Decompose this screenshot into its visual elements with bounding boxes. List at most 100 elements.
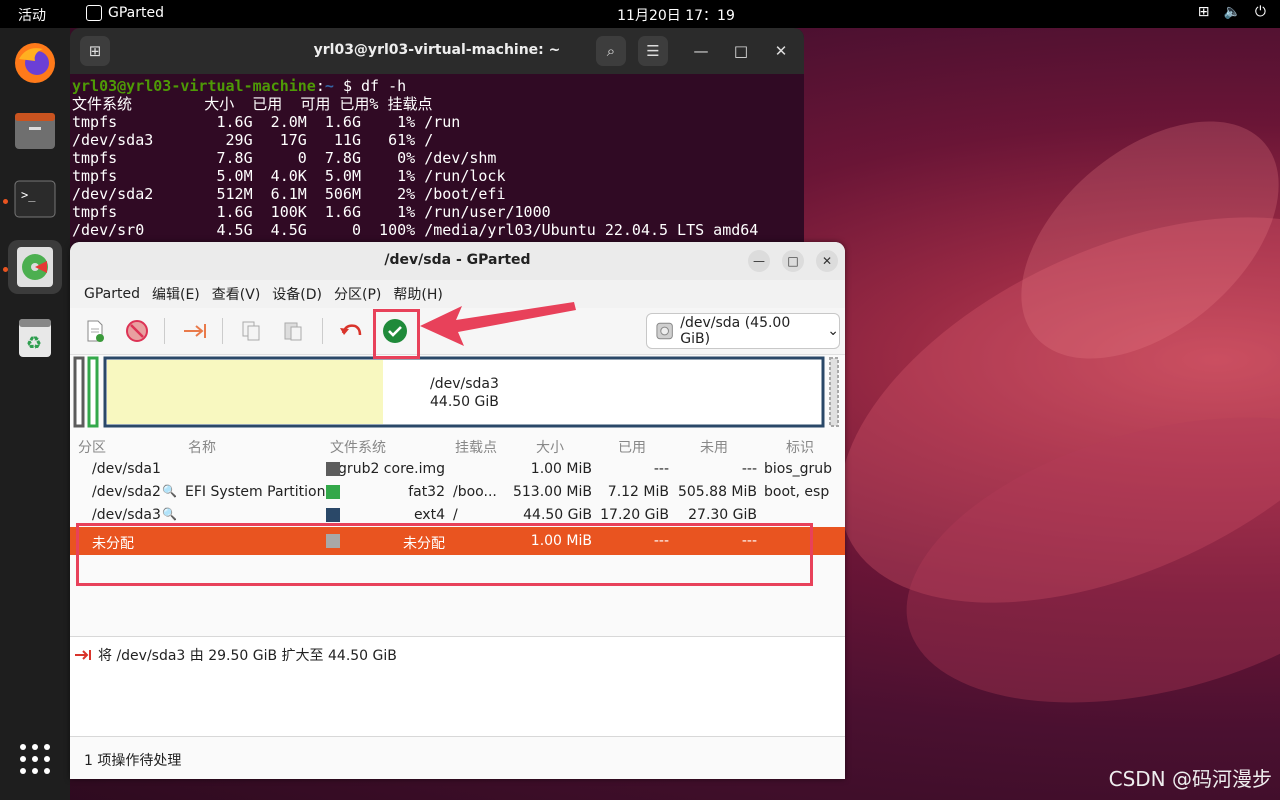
terminal-close-button[interactable]: ✕ (766, 36, 796, 66)
copy-icon (242, 321, 260, 341)
hamburger-icon: ☰ (646, 42, 660, 60)
power-icon[interactable]: ⏻ (1255, 4, 1266, 20)
map-partition-size: 44.50 GiB (430, 394, 499, 410)
terminal-minimize-button[interactable]: — (686, 36, 716, 66)
map-sda3-used-fill (107, 360, 383, 424)
gparted-launcher[interactable] (8, 240, 62, 294)
delete-partition-button[interactable] (122, 316, 152, 346)
terminal-line: /dev/sr0 4.5G 4.5G 0 100% /media/yrl03/U… (72, 221, 759, 239)
menu-view[interactable]: 查看(V) (206, 284, 267, 304)
terminal-line: tmpfs 1.6G 2.0M 1.6G 1% /run (72, 113, 461, 131)
minimize-icon: — (753, 254, 765, 268)
cell-flags: bios_grub (764, 461, 833, 477)
prompt-command: $ df -h (342, 77, 407, 95)
cell-filesystem: fat32 (408, 484, 445, 500)
operation-item[interactable]: 将 /dev/sda3 由 29.50 GiB 扩大至 44.50 GiB (74, 645, 397, 665)
paste-button[interactable] (278, 316, 308, 346)
table-row[interactable]: /dev/sda2 EFI System Partition fat32/boo..… (70, 481, 845, 504)
terminal-maximize-button[interactable]: □ (726, 36, 756, 66)
col-name[interactable]: 名称 (188, 437, 216, 457)
col-unused[interactable]: 未用 (700, 437, 728, 457)
terminal-line: tmpfs 7.8G 0 7.8G 0% /dev/shm (72, 149, 497, 167)
chevron-down-icon: ⌄ (827, 323, 839, 339)
col-size[interactable]: 大小 (536, 437, 564, 457)
cell-partition: /dev/sda1 (92, 461, 161, 477)
device-selector-label: /dev/sda (45.00 GiB) (680, 315, 791, 347)
table-row[interactable]: /dev/sda1 grub2 core.img 1.00 MiB --- --- bio… (70, 458, 845, 481)
col-filesystem[interactable]: 文件系统 (330, 437, 386, 457)
dock: >_ ♻ (0, 28, 70, 800)
map-unallocated-bar[interactable] (829, 357, 839, 427)
resize-move-button[interactable] (180, 316, 210, 346)
terminal-line: 文件系统 大小 已用 可用 已用% 挂载点 (72, 95, 433, 113)
menu-gparted[interactable]: GParted (78, 286, 146, 302)
map-partition-name: /dev/sda3 (430, 376, 499, 392)
close-icon: ✕ (774, 42, 788, 60)
running-indicator (3, 199, 8, 204)
menu-edit[interactable]: 编辑(E) (146, 284, 206, 304)
operation-text: 将 /dev/sda3 由 29.50 GiB 扩大至 44.50 GiB (98, 648, 397, 664)
col-mountpoint[interactable]: 挂载点 (455, 437, 497, 457)
clock[interactable]: 11月20日 17：19 (0, 5, 1280, 25)
key-icon: 🔍 (162, 484, 177, 498)
cell-size: 44.50 GiB (523, 507, 592, 523)
close-button[interactable]: ✕ (816, 250, 838, 272)
show-apps-button[interactable] (8, 732, 62, 786)
map-sda2-bar[interactable] (87, 356, 99, 428)
paste-icon (284, 322, 302, 341)
menu-device[interactable]: 设备(D) (266, 284, 328, 304)
maximize-button[interactable]: □ (782, 250, 804, 272)
terminal-line: tmpfs 5.0M 4.0K 5.0M 1% /run/lock (72, 167, 506, 185)
maximize-icon: □ (787, 254, 799, 268)
cell-unused: 27.30 GiB (688, 507, 757, 523)
partition-table-header: 分区 名称 文件系统 挂载点 大小 已用 未用 标识 (70, 434, 845, 458)
cell-size: 513.00 MiB (512, 484, 592, 500)
cell-filesystem: ext4 (413, 507, 445, 523)
trash-launcher[interactable]: ♻ (8, 310, 62, 364)
cell-name: EFI System Partition (185, 484, 326, 500)
new-document-icon (87, 320, 104, 342)
copy-button[interactable] (236, 316, 266, 346)
col-flags[interactable]: 标识 (786, 437, 814, 457)
col-partition[interactable]: 分区 (78, 437, 106, 457)
watermark: CSDN @码河漫步 (1108, 767, 1272, 791)
map-sda1-bar[interactable] (73, 356, 85, 428)
resize-icon (75, 650, 91, 660)
terminal-line: /dev/sda3 29G 17G 11G 61% / (72, 131, 434, 149)
cell-partition: /dev/sda3 (92, 507, 161, 523)
hard-disk-icon (656, 322, 673, 340)
terminal-menu-button[interactable]: ☰ (638, 36, 668, 66)
system-tray[interactable]: ⊞ 🔈 ⏻ (1198, 4, 1266, 20)
files-launcher[interactable] (8, 104, 62, 158)
key-icon: 🔍 (162, 507, 177, 521)
cell-filesystem: grub2 core.img (338, 461, 445, 477)
menu-partition[interactable]: 分区(P) (328, 284, 387, 304)
running-indicator (3, 267, 8, 272)
toolbar-separator (322, 318, 323, 344)
firefox-launcher[interactable] (8, 36, 62, 90)
firefox-icon (15, 43, 55, 83)
terminal-search-button[interactable]: ⌕ (596, 36, 626, 66)
undo-button[interactable] (336, 316, 366, 346)
cell-unused: 505.88 MiB (677, 484, 757, 500)
annotation-box-apply (373, 309, 420, 359)
maximize-icon: □ (733, 42, 749, 60)
cell-used: 17.20 GiB (600, 507, 669, 523)
annotation-box-unallocated (76, 523, 813, 586)
svg-text:♻: ♻ (26, 333, 42, 354)
device-selector[interactable]: /dev/sda (45.00 GiB) ⌄ (646, 313, 840, 349)
disk-map[interactable]: /dev/sda3 44.50 GiB (70, 354, 845, 430)
minimize-button[interactable]: — (748, 250, 770, 272)
new-partition-button[interactable] (80, 316, 110, 346)
col-used[interactable]: 已用 (618, 437, 646, 457)
minimize-icon: — (693, 42, 709, 60)
volume-icon[interactable]: 🔈 (1223, 4, 1240, 20)
terminal-launcher[interactable]: >_ (8, 172, 62, 226)
network-icon[interactable]: ⊞ (1198, 4, 1210, 20)
files-icon (15, 113, 55, 149)
terminal-icon: >_ (14, 180, 56, 218)
terminal-header: ⊞ yrl03@yrl03-virtual-machine: ~ ⌕ ☰ — □… (70, 28, 804, 74)
prompt-path: ~ (324, 77, 334, 95)
terminal-output[interactable]: yrl03@yrl03-virtual-machine:~ $ df -h 文件… (70, 74, 804, 239)
cell-used: 7.12 MiB (607, 484, 669, 500)
